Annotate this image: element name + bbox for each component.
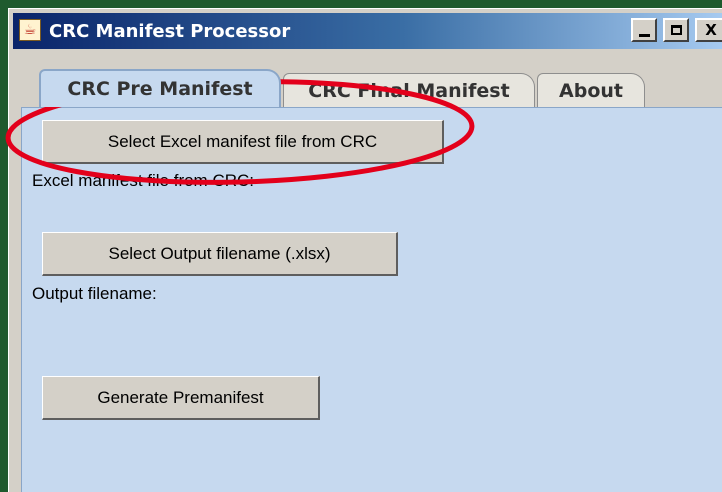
- tab-crc-final-manifest[interactable]: CRC Final Manifest: [283, 73, 535, 107]
- select-excel-file-button[interactable]: Select Excel manifest file from CRC: [42, 120, 444, 164]
- close-button[interactable]: X: [695, 18, 722, 42]
- select-output-filename-button[interactable]: Select Output filename (.xlsx): [42, 232, 398, 276]
- close-icon: X: [705, 21, 717, 39]
- output-filename-label: Output filename:: [32, 284, 157, 303]
- tab-about[interactable]: About: [537, 73, 645, 107]
- tab-crc-pre-manifest[interactable]: CRC Pre Manifest: [39, 69, 281, 107]
- excel-file-label: Excel manifest file from CRC:: [32, 171, 254, 190]
- title-bar[interactable]: ☕ CRC Manifest Processor X: [13, 13, 722, 49]
- maximize-icon: [670, 25, 682, 35]
- java-cup-icon: ☕: [19, 19, 41, 41]
- tab-strip: CRC Pre Manifest CRC Final Manifest Abou…: [21, 69, 722, 107]
- minimize-button[interactable]: [631, 18, 657, 42]
- app-window: ☕ CRC Manifest Processor X CRC Pre Manif…: [8, 8, 722, 492]
- pre-manifest-panel: Select Excel manifest file from CRC Exce…: [21, 107, 722, 492]
- maximize-button[interactable]: [663, 18, 689, 42]
- generate-premanifest-button[interactable]: Generate Premanifest: [42, 376, 320, 420]
- minimize-icon: [638, 33, 650, 37]
- window-title: CRC Manifest Processor: [49, 21, 291, 42]
